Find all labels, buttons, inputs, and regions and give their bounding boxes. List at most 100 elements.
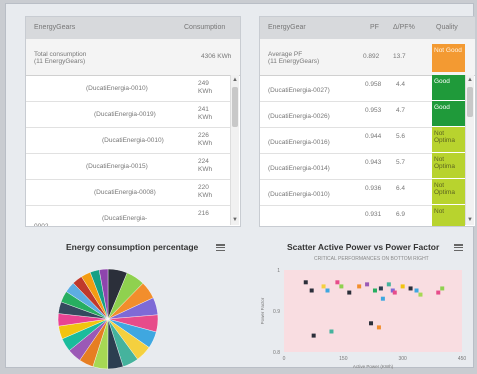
- table-row[interactable]: (DucatiEnergia-0010) 249 KWh: [26, 75, 230, 102]
- table-row[interactable]: (DucatiEnergia-0027) 0.958 4.4 Good: [260, 75, 465, 102]
- scatter-point[interactable]: [369, 321, 374, 326]
- scroll-down-icon[interactable]: ▼: [232, 217, 238, 223]
- consumption-value: 220: [198, 184, 209, 191]
- scatter-point[interactable]: [357, 284, 362, 289]
- column-header-quality[interactable]: Quality: [436, 24, 458, 31]
- scroll-down-icon[interactable]: ▼: [467, 217, 473, 223]
- thd-value: 6.9: [396, 211, 406, 218]
- x-tick-label: 300: [398, 356, 407, 362]
- scatter-point[interactable]: [365, 282, 370, 287]
- scatter-point[interactable]: [309, 288, 314, 293]
- scroll-up-icon[interactable]: ▲: [467, 77, 473, 83]
- gear-name: (DucatiEnergia-0016): [268, 139, 330, 146]
- scatter-point[interactable]: [335, 280, 340, 285]
- gear-name: (DucatiEnergia-0008): [94, 189, 156, 196]
- gear-name: (DucatiEnergia-0010): [102, 137, 164, 144]
- column-header-thd[interactable]: Δ/PF%: [393, 24, 415, 31]
- gear-id-prefix: 0002: [34, 223, 49, 227]
- scatter-point[interactable]: [386, 282, 391, 287]
- pf-value: 0.943: [365, 159, 382, 166]
- thd-value: 4.4: [396, 81, 406, 88]
- pf-value: 0.931: [365, 211, 382, 218]
- summary-label: Total consumption: [34, 51, 87, 58]
- x-tick-label: 0: [283, 356, 286, 362]
- scatter-point[interactable]: [329, 329, 334, 334]
- dashboard-frame: EnergyGears Consumption Total consumptio…: [5, 3, 476, 370]
- table-row[interactable]: (DucatiEnergia-0010) 0.936 6.4 Not Optima: [260, 179, 465, 206]
- column-header-gears[interactable]: EnergyGears: [34, 24, 75, 31]
- table-row[interactable]: 0.931 6.9 Not: [260, 205, 465, 226]
- consumption-value: 224: [198, 158, 209, 165]
- scatter-chart-panel: Scatter Active Power vs Power Factor CRI…: [254, 236, 474, 369]
- scatter-point[interactable]: [380, 296, 385, 301]
- scatter-point[interactable]: [436, 290, 441, 295]
- thd-value: 6.4: [396, 185, 406, 192]
- column-header-consumption[interactable]: Consumption: [184, 24, 225, 31]
- scatter-point[interactable]: [378, 286, 383, 291]
- plot-area: [284, 270, 462, 352]
- gear-name: (DucatiEnergia-0014): [268, 165, 330, 172]
- column-header-pf[interactable]: PF: [370, 24, 379, 31]
- scroll-thumb[interactable]: [232, 87, 238, 127]
- summary-thd: 13.7: [393, 53, 406, 60]
- quality-badge: Not Optima: [432, 179, 465, 204]
- scatter-point[interactable]: [347, 290, 352, 295]
- scatter-point[interactable]: [376, 325, 381, 330]
- scrollbar[interactable]: ▲ ▼: [230, 75, 239, 225]
- table-row[interactable]: (DucatiEnergia-0015) 224 KWh: [26, 153, 230, 180]
- scatter-chart-title: Scatter Active Power vs Power Factor: [287, 242, 440, 252]
- column-header-gear[interactable]: EnergyGear: [268, 24, 306, 31]
- quality-text: Not Good: [434, 47, 462, 54]
- gear-name: (DucatiEnergia-: [102, 215, 148, 222]
- consumption-unit: KWh: [198, 88, 213, 95]
- table-row[interactable]: (DucatiEnergia-0010) 226 KWh: [26, 127, 230, 154]
- consumption-unit: KWh: [198, 192, 213, 199]
- scrollbar[interactable]: ▲ ▼: [465, 75, 474, 225]
- table-row[interactable]: (DucatiEnergia-0026) 0.953 4.7 Good: [260, 101, 465, 128]
- scatter-point[interactable]: [414, 288, 419, 293]
- summary-sublabel: (11 EnergyGears): [268, 58, 320, 65]
- y-tick-label: 0.8: [273, 350, 280, 356]
- scatter-point[interactable]: [408, 286, 413, 291]
- scatter-chart: 0 150 300 450 1 0.9 0.8 Power Factor Active Powe…: [260, 268, 467, 369]
- energy-consumption-table: EnergyGears Consumption Total consumptio…: [25, 16, 241, 227]
- summary-quality-badge: Not Good: [432, 44, 465, 72]
- scatter-point[interactable]: [311, 333, 316, 338]
- gear-name: (DucatiEnergia-0019): [94, 111, 156, 118]
- quality-badge: Not Optima: [432, 153, 465, 178]
- quality-badge: Good: [432, 75, 465, 100]
- table-row[interactable]: (DucatiEnergia-0014) 0.943 5.7 Not Optima: [260, 153, 465, 180]
- table-row[interactable]: (DucatiEnergia-0008) 220 KWh: [26, 179, 230, 206]
- menu-icon[interactable]: [216, 244, 225, 252]
- table-row[interactable]: (DucatiEnergia-0016) 0.944 5.6 Not Optima: [260, 127, 465, 154]
- consumption-value: 249: [198, 80, 209, 87]
- quality-badge: Not: [432, 205, 465, 226]
- pie-chart-panel: Energy consumption percentage: [16, 236, 246, 370]
- summary-row: Average PF (11 EnergyGears) 0.892 13.7 N…: [260, 39, 475, 76]
- pf-value: 0.953: [365, 107, 382, 114]
- x-tick-label: 450: [458, 356, 467, 362]
- scatter-point[interactable]: [392, 290, 397, 295]
- scatter-point[interactable]: [339, 284, 344, 289]
- table-row[interactable]: (DucatiEnergia- 0002 216: [26, 205, 230, 227]
- scatter-point[interactable]: [400, 284, 405, 289]
- menu-icon[interactable]: [454, 244, 463, 252]
- table-header: EnergyGears Consumption: [26, 17, 240, 40]
- table-row[interactable]: (DucatiEnergia-0019) 241 KWh: [26, 101, 230, 128]
- summary-pf: 0.892: [363, 53, 380, 60]
- gear-name: (DucatiEnergia-0015): [86, 163, 148, 170]
- scatter-point[interactable]: [303, 280, 308, 285]
- scatter-point[interactable]: [440, 286, 445, 291]
- scroll-up-icon[interactable]: ▲: [232, 77, 238, 83]
- quality-badge: Good: [432, 101, 465, 126]
- scroll-thumb[interactable]: [467, 87, 473, 117]
- scatter-point[interactable]: [321, 284, 326, 289]
- gear-name: (DucatiEnergia-0010): [86, 85, 148, 92]
- scatter-point[interactable]: [372, 288, 377, 293]
- summary-sublabel: (11 EnergyGears): [34, 58, 86, 65]
- consumption-value: 216: [198, 210, 209, 217]
- quality-badge: Not Optima: [432, 127, 465, 152]
- scatter-point[interactable]: [418, 292, 423, 297]
- consumption-unit: KWh: [198, 166, 213, 173]
- scatter-point[interactable]: [325, 288, 330, 293]
